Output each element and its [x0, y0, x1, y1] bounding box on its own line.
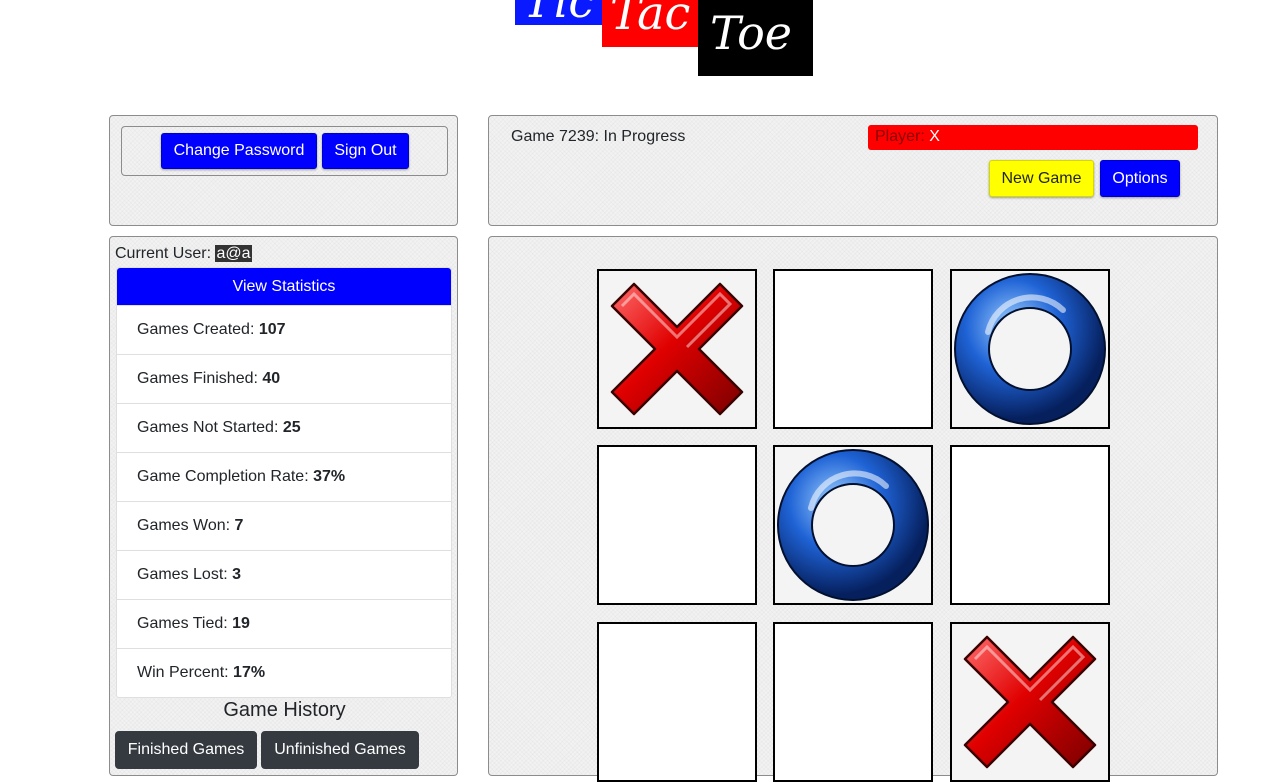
stat-value: 40: [262, 370, 281, 387]
stat-row-games-created: Games Created: 107: [117, 305, 451, 354]
stat-value: 17%: [233, 664, 266, 681]
statistics-panel: Current User: a@a View Statistics Games …: [109, 236, 458, 776]
account-actions: Change Password Sign Out: [121, 126, 448, 176]
options-button[interactable]: Options: [1100, 160, 1180, 197]
stat-value: 19: [232, 615, 250, 632]
o-mark-icon: [954, 273, 1106, 425]
statistics-list: View Statistics Games Created: 107 Games…: [116, 267, 452, 698]
logo-word-tic: Tic: [515, 0, 607, 25]
board-cell-9[interactable]: [950, 622, 1110, 782]
stat-row-games-not-started: Games Not Started: 25: [117, 403, 451, 452]
stat-row-games-lost: Games Lost: 3: [117, 550, 451, 599]
player-value: X: [929, 128, 940, 145]
stat-value: 37%: [313, 468, 346, 485]
account-panel: Change Password Sign Out: [109, 115, 458, 226]
stat-label: Games Created:: [137, 321, 255, 338]
stat-label: Games Won:: [137, 517, 231, 534]
current-player-indicator: Player: X: [868, 125, 1198, 150]
stat-label: Win Percent:: [137, 664, 229, 681]
x-mark-icon: [610, 282, 744, 416]
stat-row-win-percent: Win Percent: 17%: [117, 648, 451, 697]
board-cell-3[interactable]: [950, 269, 1110, 429]
current-user: Current User: a@a: [115, 245, 252, 263]
finished-games-button[interactable]: Finished Games: [115, 731, 257, 769]
stat-value: 3: [232, 566, 242, 583]
stat-label: Games Finished:: [137, 370, 258, 387]
board-cell-8[interactable]: [773, 622, 933, 782]
stat-row-games-won: Games Won: 7: [117, 501, 451, 550]
stat-row-games-finished: Games Finished: 40: [117, 354, 451, 403]
x-mark-icon: [963, 635, 1097, 769]
board-cell-1[interactable]: [597, 269, 757, 429]
board-cell-6[interactable]: [950, 445, 1110, 605]
stat-value: 25: [282, 419, 301, 436]
stat-value: 107: [258, 321, 286, 338]
player-label: Player:: [875, 128, 925, 145]
stat-label: Games Tied:: [137, 615, 228, 632]
board-cell-5[interactable]: [773, 445, 933, 605]
stat-label: Game Completion Rate:: [137, 468, 309, 485]
unfinished-games-button[interactable]: Unfinished Games: [261, 731, 419, 769]
logo-word-toe: Toe: [698, 0, 813, 76]
current-user-name: a@a: [215, 245, 252, 262]
board-cell-2[interactable]: [773, 269, 933, 429]
app-logo: Tic Tac Toe: [0, 0, 1279, 80]
new-game-button[interactable]: New Game: [989, 160, 1094, 197]
game-history-title: Game History: [223, 699, 346, 721]
game-panel: Game 7239: In Progress Player: X New Gam…: [488, 115, 1218, 226]
stat-row-completion-rate: Game Completion Rate: 37%: [117, 452, 451, 501]
current-user-label: Current User:: [115, 245, 212, 262]
board-cell-7[interactable]: [597, 622, 757, 782]
o-mark-icon: [777, 449, 929, 601]
game-board-panel: [488, 236, 1218, 782]
stat-value: 7: [234, 517, 244, 534]
view-statistics-button[interactable]: View Statistics: [117, 268, 451, 305]
board-cell-4[interactable]: [597, 445, 757, 605]
stat-row-games-tied: Games Tied: 19: [117, 599, 451, 648]
game-status: Game 7239: In Progress: [511, 128, 686, 145]
change-password-button[interactable]: Change Password: [161, 133, 317, 169]
stat-label: Games Not Started:: [137, 419, 279, 436]
sign-out-button[interactable]: Sign Out: [322, 133, 409, 169]
logo-word-tac: Tac: [602, 0, 712, 47]
stat-label: Games Lost:: [137, 566, 228, 583]
